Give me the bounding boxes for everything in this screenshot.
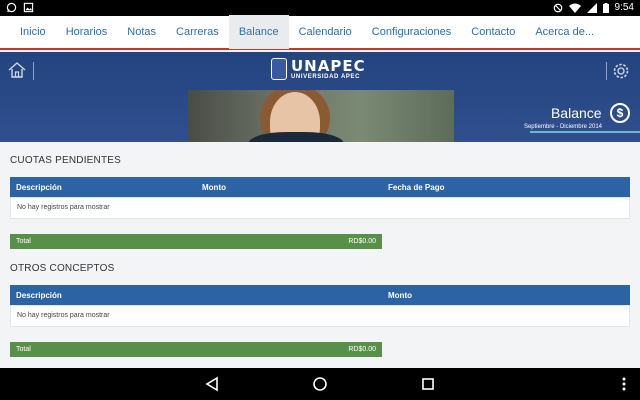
tab-acerca-de[interactable]: Acerca de... bbox=[525, 15, 604, 49]
logo-seal-icon bbox=[271, 58, 287, 80]
main-content: CUOTAS PENDIENTES Descripción Monto Fech… bbox=[0, 142, 640, 368]
cuotas-table-header: Descripción Monto Fecha de Pago bbox=[10, 177, 630, 197]
home-button-icon[interactable] bbox=[312, 376, 328, 392]
page-header: UNAPEC UNIVERSIDAD APEC Balance $ Septie… bbox=[0, 52, 640, 142]
page-title: Balance bbox=[550, 105, 602, 121]
clock: 9:54 bbox=[614, 2, 634, 13]
wifi-icon bbox=[568, 3, 581, 13]
logo-brand: UNAPEC bbox=[291, 56, 366, 75]
header-divider-left bbox=[33, 62, 34, 80]
cuotas-total-label: Total bbox=[16, 238, 31, 245]
tab-contacto[interactable]: Contacto bbox=[461, 15, 525, 49]
balance-underline bbox=[530, 131, 640, 133]
tab-carreras[interactable]: Carreras bbox=[166, 15, 229, 49]
otros-table-header: Descripción Monto bbox=[10, 285, 630, 305]
col-monto: Monto bbox=[388, 291, 412, 300]
otros-empty-row: No hay registros para mostrar bbox=[10, 305, 630, 327]
main-nav: Inicio Horarios Notas Carreras Balance C… bbox=[0, 15, 640, 50]
signal-icon bbox=[586, 2, 597, 13]
gallery-icon bbox=[23, 2, 34, 13]
col-monto: Monto bbox=[202, 183, 226, 192]
whatsapp-icon bbox=[6, 2, 17, 13]
tab-balance[interactable]: Balance bbox=[228, 15, 289, 49]
otros-total-value: RD$0.00 bbox=[348, 346, 376, 353]
header-banner-photo bbox=[188, 90, 454, 142]
unapec-logo: UNAPEC UNIVERSIDAD APEC bbox=[271, 58, 366, 80]
home-icon[interactable] bbox=[8, 62, 26, 78]
header-divider-right bbox=[606, 62, 607, 80]
col-fecha-pago: Fecha de Pago bbox=[388, 183, 445, 192]
otros-total-label: Total bbox=[16, 346, 31, 353]
cuotas-title: CUOTAS PENDIENTES bbox=[10, 155, 122, 166]
gear-icon[interactable] bbox=[612, 62, 630, 80]
col-descripcion: Descripción bbox=[16, 183, 62, 192]
back-icon[interactable] bbox=[204, 376, 220, 392]
cuotas-total-value: RD$0.00 bbox=[348, 238, 376, 245]
logo-subtitle: UNIVERSIDAD APEC bbox=[291, 73, 361, 80]
tab-calendario[interactable]: Calendario bbox=[289, 15, 362, 49]
otros-title: OTROS CONCEPTOS bbox=[10, 263, 115, 274]
balance-period: Septiembre - Diciembre 2014 bbox=[523, 124, 602, 130]
status-bar: 9:54 bbox=[0, 0, 640, 16]
dollar-icon: $ bbox=[610, 103, 630, 123]
otros-total-bar: Total RD$0.00 bbox=[10, 342, 382, 357]
battery-icon bbox=[602, 2, 609, 13]
system-nav-bar bbox=[0, 368, 640, 400]
col-descripcion: Descripción bbox=[16, 291, 62, 300]
cuotas-empty-row: No hay registros para mostrar bbox=[10, 197, 630, 219]
cuotas-total-bar: Total RD$0.00 bbox=[10, 234, 382, 249]
tab-notas[interactable]: Notas bbox=[117, 15, 166, 49]
tab-horarios[interactable]: Horarios bbox=[56, 15, 118, 49]
tab-configuraciones[interactable]: Configuraciones bbox=[362, 15, 462, 49]
do-not-disturb-icon bbox=[553, 3, 562, 12]
overflow-menu-icon[interactable] bbox=[616, 376, 632, 392]
recents-icon[interactable] bbox=[420, 376, 436, 392]
tab-inicio[interactable]: Inicio bbox=[10, 15, 56, 49]
balance-heading: Balance $ Septiembre - Diciembre 2014 bbox=[524, 103, 630, 130]
